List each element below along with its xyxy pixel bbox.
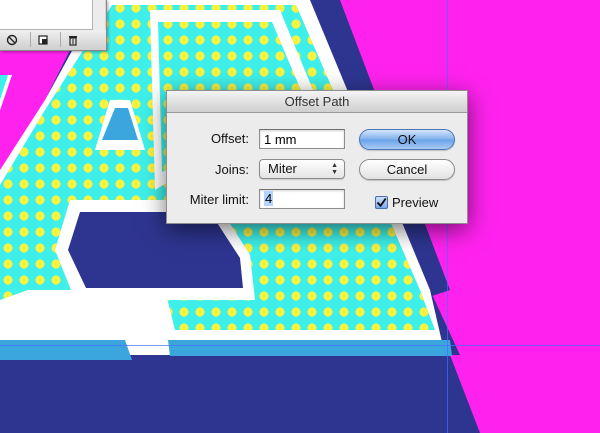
- ok-button[interactable]: OK: [359, 129, 455, 150]
- cancel-button[interactable]: Cancel: [359, 159, 455, 180]
- miter-limit-value: 4: [264, 191, 274, 206]
- miter-limit-label: Miter limit:: [189, 192, 249, 207]
- trash-icon: [68, 35, 77, 46]
- preview-checkbox[interactable]: [375, 196, 388, 209]
- joins-select[interactable]: Miter ▲ ▼: [259, 159, 345, 179]
- preview-label[interactable]: Preview: [392, 195, 438, 210]
- panel-scrollbar[interactable]: [93, 0, 105, 30]
- panel-bottom-bar: [0, 30, 106, 50]
- no-symbol-icon: [6, 34, 18, 45]
- swatches-panel-content[interactable]: [0, 0, 93, 30]
- horizontal-guide-line[interactable]: [0, 345, 600, 346]
- dialog-title[interactable]: Offset Path: [167, 91, 467, 113]
- miter-limit-input[interactable]: 4: [259, 189, 345, 209]
- joins-label: Joins:: [215, 162, 249, 177]
- none-swatch-button[interactable]: [0, 32, 24, 47]
- new-swatch-icon: [37, 34, 48, 45]
- updown-arrows-icon: ▲ ▼: [331, 162, 338, 176]
- swatches-panel: [0, 0, 107, 51]
- new-swatch-button[interactable]: [30, 32, 54, 47]
- offset-input[interactable]: [259, 129, 345, 149]
- checkmark-icon: [376, 197, 387, 208]
- offset-path-dialog: Offset Path Offset: Joins: Miter ▲▼ Mite…: [166, 90, 468, 224]
- offset-label: Offset:: [210, 131, 249, 146]
- delete-swatch-button[interactable]: [60, 32, 84, 47]
- joins-selected-value: Miter: [268, 161, 297, 176]
